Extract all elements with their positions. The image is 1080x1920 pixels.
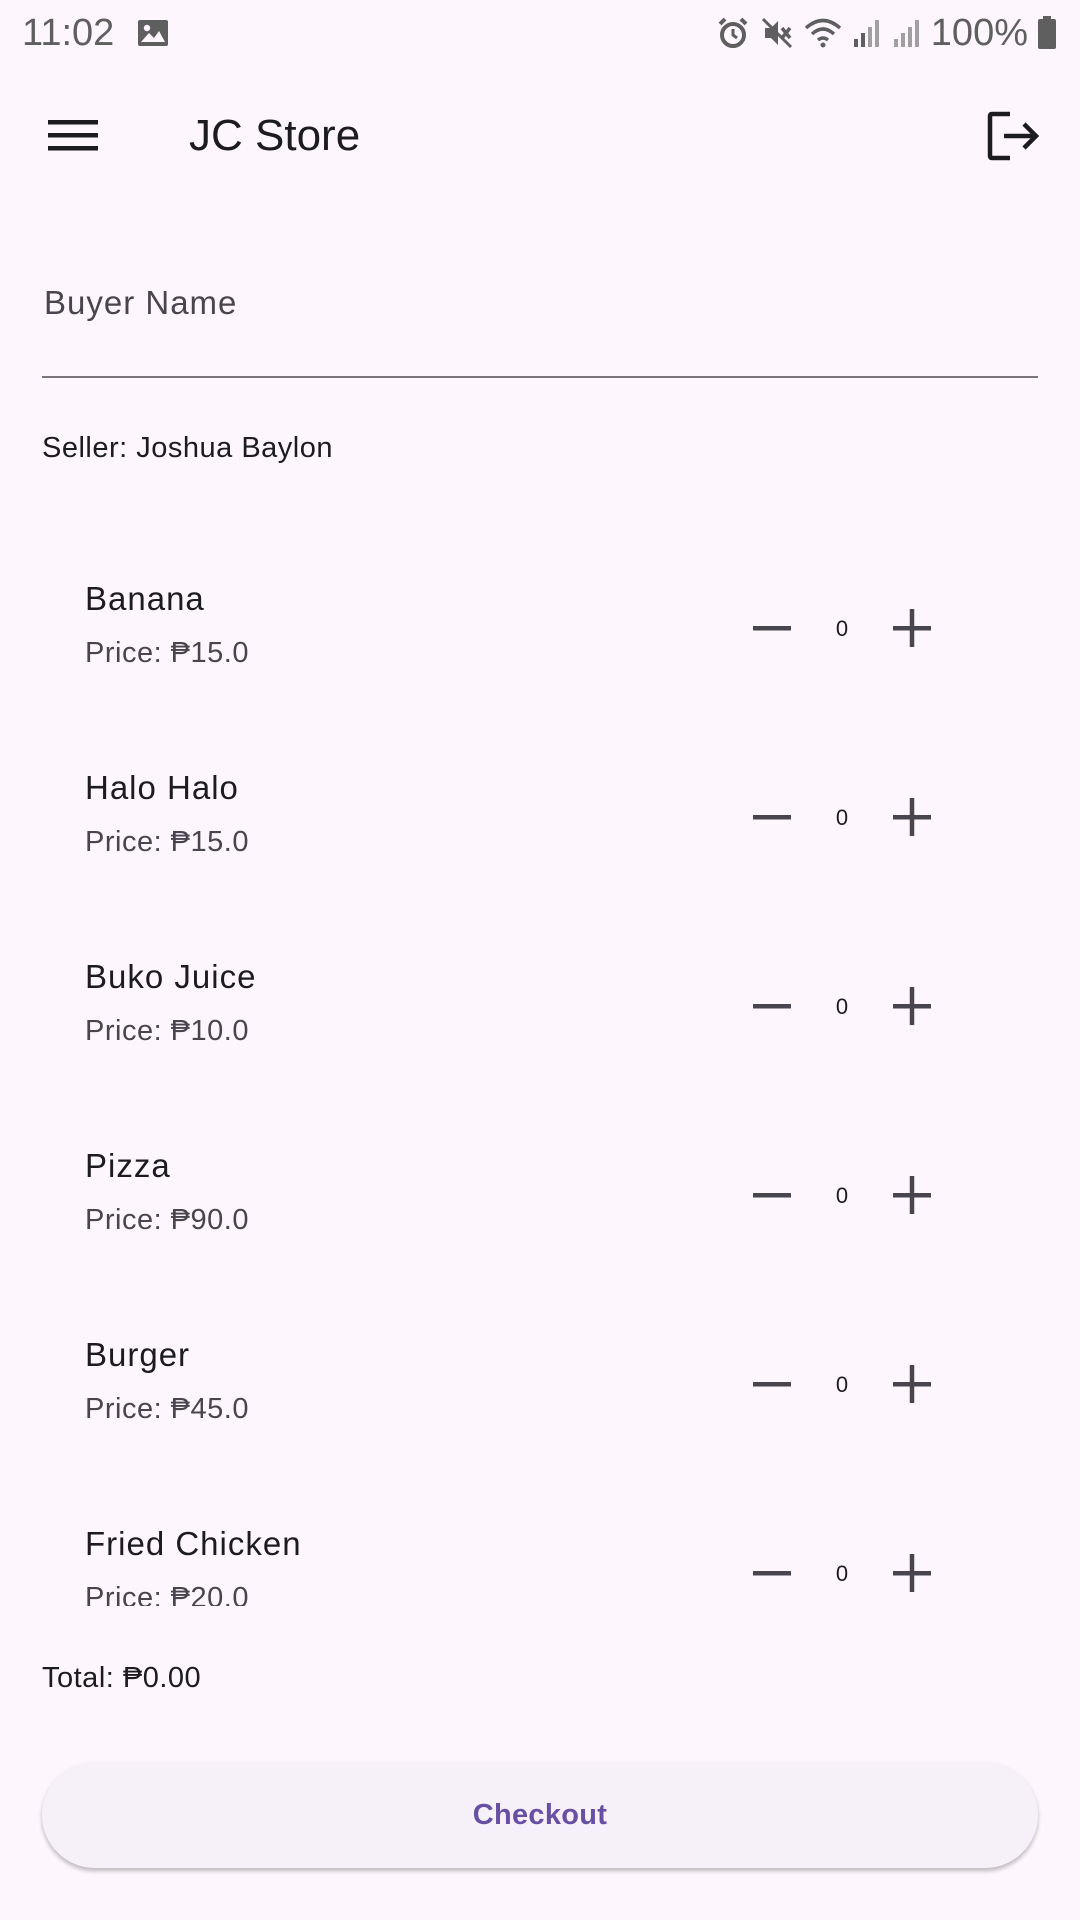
total-label: Total: ₱0.00 — [42, 1662, 202, 1694]
battery-percent: 100% — [930, 11, 1028, 54]
quantity-value: 0 — [835, 1372, 849, 1397]
minus-icon — [752, 986, 792, 1031]
plus-icon — [892, 1364, 932, 1409]
plus-icon — [892, 986, 932, 1031]
app-bar: JC Store — [0, 90, 1080, 184]
product-row: Pizza Price: ₱90.0 0 — [0, 1107, 1080, 1296]
battery-icon — [1036, 15, 1058, 51]
signal-icon — [851, 17, 883, 49]
quantity-value: 0 — [835, 805, 849, 830]
decrease-quantity-button[interactable] — [742, 1167, 802, 1227]
product-name: Halo Halo — [85, 769, 239, 806]
status-bar: 11:02 100% — [0, 0, 1080, 66]
decrease-quantity-button[interactable] — [742, 1545, 802, 1605]
product-row: Banana Price: ₱15.0 0 — [0, 540, 1080, 729]
increase-quantity-button[interactable] — [882, 1545, 942, 1605]
minus-icon — [752, 1553, 792, 1598]
product-price: Price: ₱15.0 — [85, 826, 249, 858]
plus-icon — [892, 797, 932, 842]
checkout-button[interactable]: Checkout — [42, 1762, 1038, 1868]
logout-icon — [986, 110, 1042, 167]
alarm-icon — [715, 15, 751, 51]
signal-icon — [891, 17, 923, 49]
product-row: Buko Juice Price: ₱10.0 0 — [0, 918, 1080, 1107]
minus-icon — [752, 608, 792, 653]
product-price: Price: ₱45.0 — [85, 1393, 249, 1425]
product-row: Halo Halo Price: ₱15.0 0 — [0, 729, 1080, 918]
increase-quantity-button[interactable] — [882, 600, 942, 660]
plus-icon — [892, 1553, 932, 1598]
quantity-value: 0 — [835, 1183, 849, 1208]
quantity-value: 0 — [835, 1561, 849, 1586]
product-name: Pizza — [85, 1147, 171, 1184]
product-name: Fried Chicken — [85, 1525, 302, 1562]
logout-button[interactable] — [978, 102, 1050, 174]
buyer-name-input[interactable] — [42, 260, 1038, 376]
minus-icon — [752, 797, 792, 842]
increase-quantity-button[interactable] — [882, 1167, 942, 1227]
hamburger-menu-icon — [48, 117, 98, 158]
product-price: Price: ₱90.0 — [85, 1204, 249, 1236]
mute-icon — [759, 15, 795, 51]
increase-quantity-button[interactable] — [882, 1356, 942, 1416]
quantity-value: 0 — [835, 994, 849, 1019]
decrease-quantity-button[interactable] — [742, 978, 802, 1038]
status-time: 11:02 — [22, 11, 115, 54]
wifi-icon — [803, 15, 843, 51]
image-icon — [136, 18, 170, 48]
seller-label: Seller: Joshua Baylon — [42, 432, 333, 464]
page-title: JC Store — [189, 111, 361, 160]
menu-button[interactable] — [36, 110, 110, 164]
decrease-quantity-button[interactable] — [742, 600, 802, 660]
product-name: Banana — [85, 580, 205, 617]
product-price: Price: ₱20.0 — [85, 1582, 249, 1606]
product-row: Burger Price: ₱45.0 0 — [0, 1296, 1080, 1485]
product-row: Fried Chicken Price: ₱20.0 0 — [0, 1485, 1080, 1606]
increase-quantity-button[interactable] — [882, 789, 942, 849]
quantity-value: 0 — [835, 616, 849, 641]
minus-icon — [752, 1175, 792, 1220]
increase-quantity-button[interactable] — [882, 978, 942, 1038]
buyer-name-field[interactable] — [42, 260, 1038, 378]
plus-icon — [892, 1175, 932, 1220]
product-name: Buko Juice — [85, 958, 257, 995]
product-list[interactable]: Banana Price: ₱15.0 0 Halo Halo Price: ₱15.0… — [0, 540, 1080, 1606]
product-price: Price: ₱15.0 — [85, 637, 249, 669]
product-name: Burger — [85, 1336, 191, 1373]
decrease-quantity-button[interactable] — [742, 1356, 802, 1416]
product-price: Price: ₱10.0 — [85, 1015, 249, 1047]
minus-icon — [752, 1364, 792, 1409]
decrease-quantity-button[interactable] — [742, 789, 802, 849]
plus-icon — [892, 608, 932, 653]
